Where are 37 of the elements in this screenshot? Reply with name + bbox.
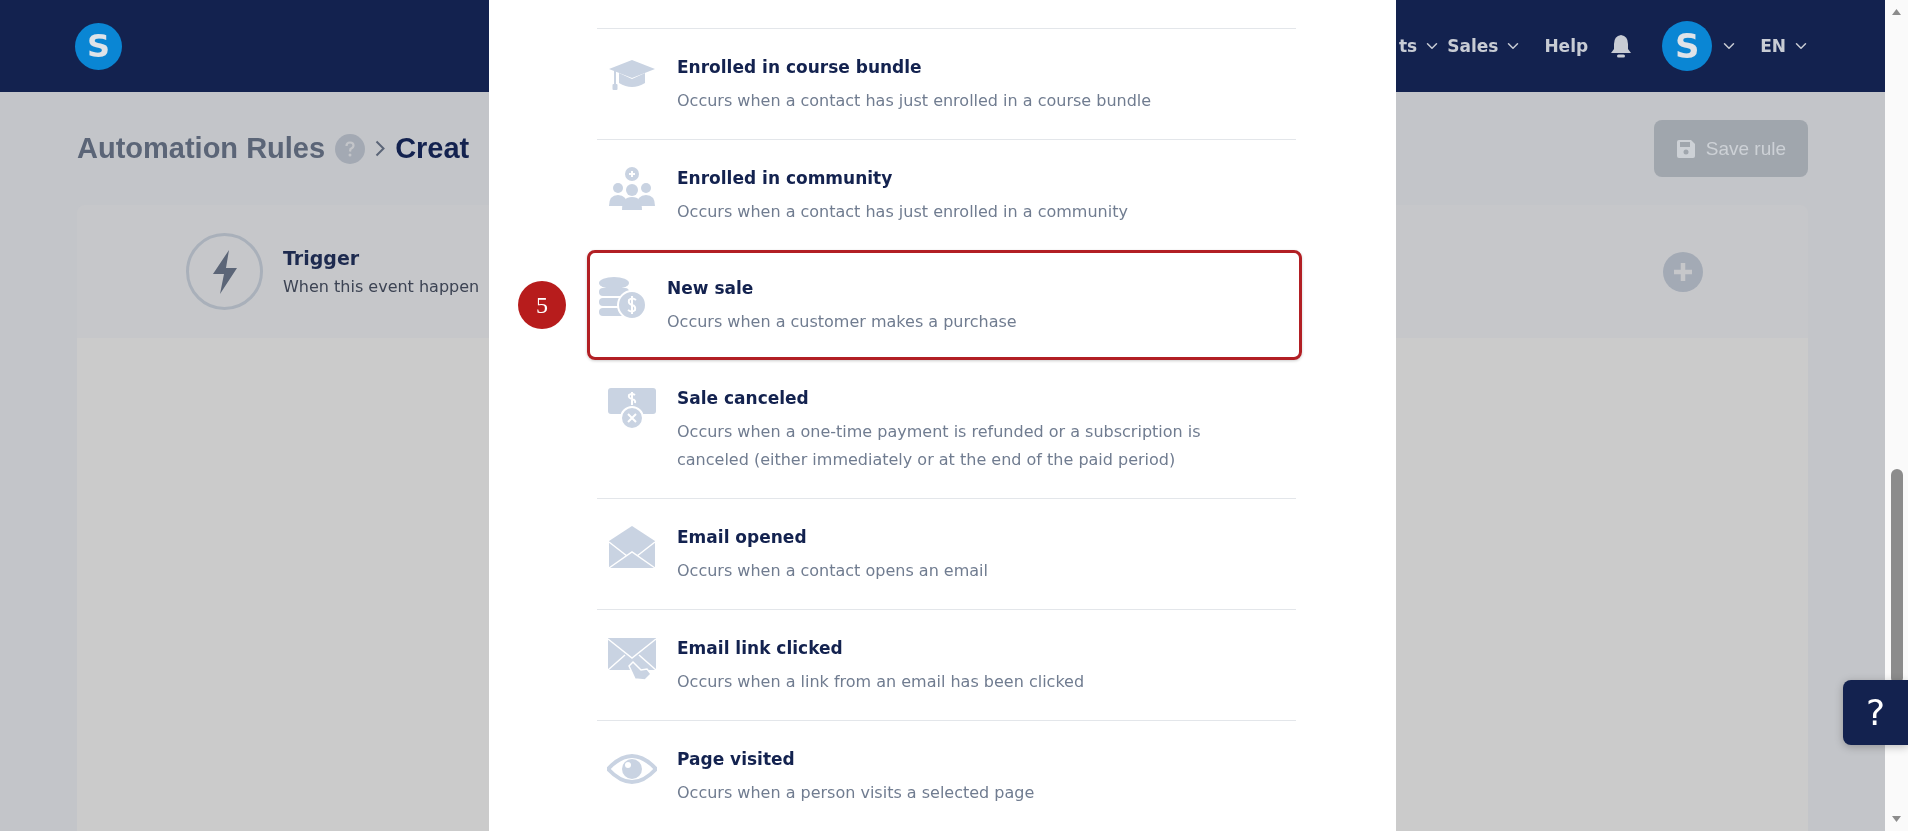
option-description: Occurs when a customer makes a purchase [667,311,1018,333]
chevron-right-icon [375,140,386,157]
trigger-option[interactable]: Enrolled in community Occurs when a contact has just enrolled in a community [597,139,1296,250]
trigger-option[interactable]: Email opened Occurs when a contact opens an email [597,498,1296,609]
trigger-option[interactable]: Page visited Occurs when a person visits a selected page [597,720,1296,831]
option-title: New sale [667,277,755,300]
help-button[interactable]: ? [1843,680,1908,745]
option-description: Occurs when a contact opens an email [677,560,989,582]
nav-item[interactable]: Help [1544,36,1589,56]
option-description: Occurs when a one-time payment is refunded or a subscription is canceled (either immediately or at the end of the paid period) [677,421,1202,471]
bell-icon[interactable] [1610,34,1633,58]
option-title: Sale canceled [677,387,810,410]
trigger-option[interactable]: Enrolled in course bundle Occurs when a contact has just enrolled in a course bundle [597,28,1296,139]
option-description: Occurs when a contact has just enrolled in a course bundle [677,90,1153,112]
lightning-icon [186,233,263,310]
option-title: Email link clicked [677,637,844,660]
nav-item[interactable]: ts [1398,36,1442,56]
option-description: Occurs when a person visits a selected page [677,782,1036,804]
nav-item[interactable]: Sales [1447,36,1523,56]
envelope-hand-icon [607,636,657,680]
trigger-option[interactable]: Sale canceled Occurs when a one-time payment is refunded or a subscription is canceled (either immediately or at the end of the paid period) [597,360,1296,498]
trigger-title: Trigger [283,247,361,269]
trigger-option[interactable]: Email link clicked Occurs when a link from an email has been clicked [597,609,1296,720]
option-title: Page visited [677,748,796,771]
option-description: Occurs when a link from an email has been clicked [677,671,1086,693]
trigger-subtitle: When this event happen [283,277,480,296]
coins-dollar-icon [597,276,647,320]
option-title: Enrolled in course bundle [677,56,923,79]
cash-cancel-icon [607,386,657,430]
option-description: Occurs when a contact has just enrolled in a community [677,201,1129,223]
open-envelope-icon [607,525,657,569]
option-title: Email opened [677,526,808,549]
breadcrumb-item: Creat [395,132,470,165]
language-selector[interactable]: EN [1760,36,1810,56]
people-plus-icon [607,166,657,210]
step-badge: 5 [518,281,566,329]
option-title: Enrolled in community [677,167,894,190]
